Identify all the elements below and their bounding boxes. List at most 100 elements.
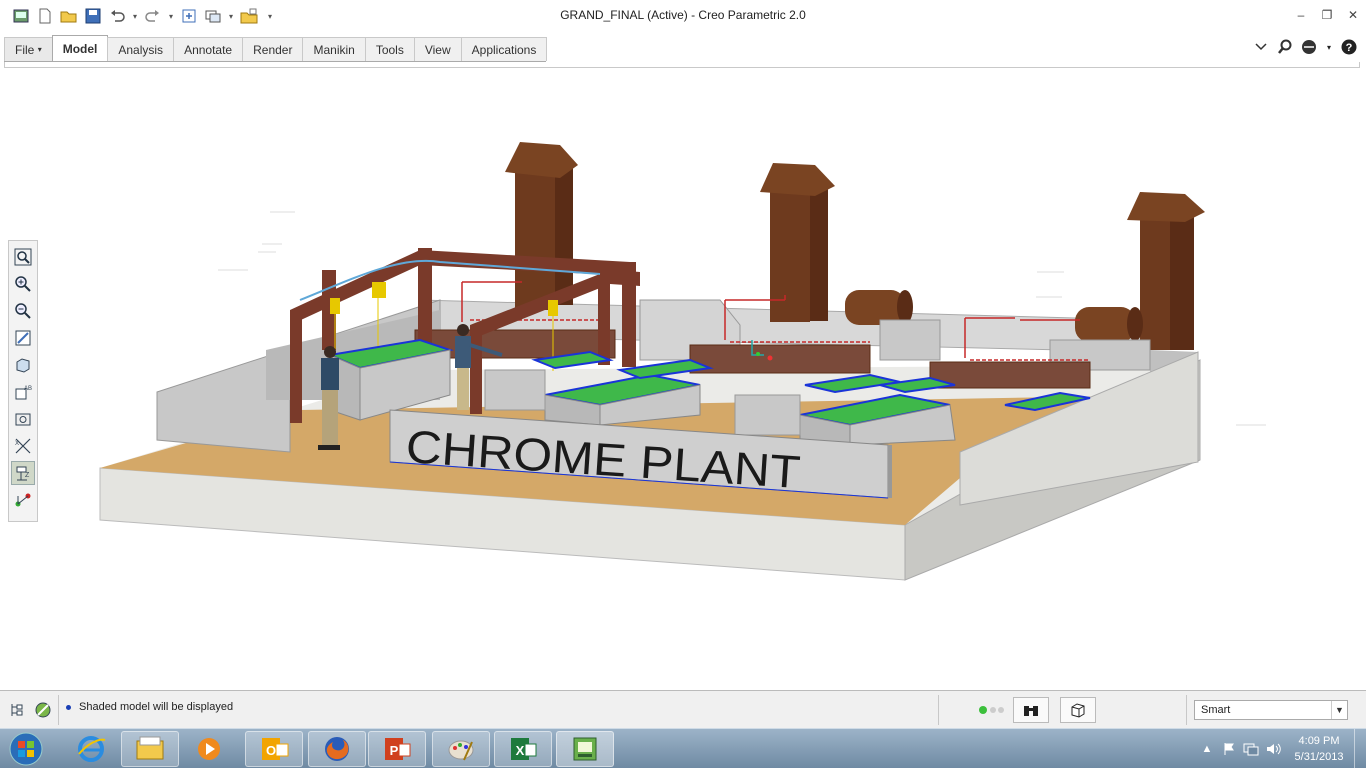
svg-text:Z: Z xyxy=(25,472,30,479)
message-area: Shaded model will be displayed xyxy=(66,701,233,713)
spin-center-icon[interactable] xyxy=(11,488,35,512)
windows-dropdown-icon[interactable]: ▾ xyxy=(226,12,236,21)
outlook-icon[interactable]: O xyxy=(245,731,303,767)
community-dropdown-icon[interactable]: ▾ xyxy=(1324,38,1334,56)
chevron-down-icon: ▼ xyxy=(1331,701,1347,719)
tab-manikin[interactable]: Manikin xyxy=(302,37,366,61)
undo-dropdown-icon[interactable]: ▾ xyxy=(130,12,140,21)
action-center-flag-icon[interactable] xyxy=(1218,738,1240,760)
selection-filter-select[interactable]: Smart ▼ xyxy=(1194,700,1348,720)
chimney-stack-2 xyxy=(760,163,835,322)
clock-time: 4:09 PM xyxy=(1298,735,1340,747)
plating-tank-group-3 xyxy=(799,373,956,446)
roller-2 xyxy=(689,344,871,374)
ribbon-tabs: File ▾ Model Analysis Annotate Render Ma… xyxy=(4,35,548,62)
start-button[interactable] xyxy=(4,730,48,768)
zoom-out-icon[interactable] xyxy=(11,299,35,323)
community-icon[interactable] xyxy=(1300,38,1318,56)
show-hidden-icons-icon[interactable]: ▲ xyxy=(1196,738,1218,760)
zoom-in-icon[interactable] xyxy=(11,272,35,296)
open-file-icon[interactable] xyxy=(58,5,80,27)
creo-icon[interactable] xyxy=(556,731,614,767)
svg-text:P: P xyxy=(390,743,399,758)
ribbon-collapsed-panel xyxy=(4,62,1360,68)
excel-icon[interactable]: X xyxy=(494,731,552,767)
svg-text:O: O xyxy=(266,743,276,758)
svg-text:X: X xyxy=(516,743,525,758)
search-icon[interactable] xyxy=(1276,38,1294,56)
status-bar: Shaded model will be displayed Smart ▼ xyxy=(0,690,1366,728)
clock-date: 5/31/2013 xyxy=(1294,751,1344,763)
cube-icon xyxy=(1071,703,1085,718)
windows-logo-icon xyxy=(9,732,43,766)
redo-icon[interactable] xyxy=(142,5,164,27)
status-separator xyxy=(938,695,939,725)
network-icon[interactable] xyxy=(1240,738,1262,760)
media-player-icon[interactable] xyxy=(180,731,238,767)
view-toolbar: AB X Z xyxy=(8,240,38,522)
repaint-icon[interactable] xyxy=(11,326,35,350)
taskbar-clock[interactable]: 4:09 PM 5/31/2013 xyxy=(1284,733,1354,765)
display-style-icon[interactable] xyxy=(11,353,35,377)
regenerate-model-icon[interactable] xyxy=(178,5,200,27)
svg-text:X: X xyxy=(15,441,19,447)
help-icon[interactable]: ? xyxy=(1340,38,1358,56)
tab-view[interactable]: View xyxy=(413,37,462,61)
tab-file[interactable]: File ▾ xyxy=(4,37,53,61)
refit-icon[interactable] xyxy=(11,245,35,269)
title-bar: ▾ ▾ ▾ ▾ GRAND_FINAL (Active) - Creo Para… xyxy=(0,0,1366,32)
regenerate-icon[interactable] xyxy=(10,5,32,27)
grey-tank-b xyxy=(734,394,801,436)
model-render: CHROME PLANT xyxy=(99,142,1266,581)
status-message: Shaded model will be displayed xyxy=(79,701,234,713)
system-tray: ▲ 4:09 PM 5/31/2013 xyxy=(1196,729,1366,768)
selection-filter-button[interactable] xyxy=(1060,697,1096,723)
minimize-icon[interactable]: – xyxy=(1288,4,1314,26)
annotation-display-icon[interactable]: Z xyxy=(11,461,35,485)
grey-tank-a xyxy=(484,369,546,411)
regeneration-status-icon[interactable] xyxy=(978,699,1008,721)
internet-explorer-icon[interactable] xyxy=(62,731,120,767)
status-separator xyxy=(58,695,59,725)
chimney-stack-1 xyxy=(505,142,578,310)
svg-text:AB: AB xyxy=(24,386,32,392)
undo-icon[interactable] xyxy=(106,5,128,27)
chevron-down-icon: ▾ xyxy=(37,45,42,54)
status-separator xyxy=(1186,695,1187,725)
tab-render[interactable]: Render xyxy=(242,37,304,61)
restore-icon[interactable]: ❐ xyxy=(1314,4,1340,26)
windows-icon[interactable] xyxy=(202,5,224,27)
browser-toggle-icon[interactable] xyxy=(32,699,54,721)
model-tree-toggle-icon[interactable] xyxy=(6,699,28,721)
graphics-viewport[interactable]: CHROME PLANT xyxy=(40,70,1366,690)
volume-icon[interactable] xyxy=(1262,738,1284,760)
find-button[interactable] xyxy=(1013,697,1049,723)
datum-display-icon[interactable]: X xyxy=(11,434,35,458)
tab-annotate[interactable]: Annotate xyxy=(173,37,244,61)
powerpoint-icon[interactable]: P xyxy=(368,731,426,767)
minimize-ribbon-icon[interactable] xyxy=(1252,38,1270,56)
file-explorer-icon[interactable] xyxy=(121,731,179,767)
view-manager-icon[interactable] xyxy=(11,407,35,431)
tab-file-label: File xyxy=(15,42,35,57)
tab-model[interactable]: Model xyxy=(51,35,109,61)
saved-orientations-icon[interactable]: AB xyxy=(11,380,35,404)
tab-analysis[interactable]: Analysis xyxy=(107,37,175,61)
redo-dropdown-icon[interactable]: ▾ xyxy=(166,12,176,21)
show-desktop-button[interactable] xyxy=(1354,729,1366,768)
new-file-icon[interactable] xyxy=(34,5,56,27)
tab-applications[interactable]: Applications xyxy=(460,37,548,61)
selection-filter-value: Smart xyxy=(1201,704,1231,716)
save-icon[interactable] xyxy=(82,5,104,27)
close-icon[interactable]: ✕ xyxy=(1340,4,1366,26)
paint-icon[interactable] xyxy=(432,731,490,767)
customize-qa-icon[interactable]: ▾ xyxy=(262,12,278,21)
firefox-icon[interactable] xyxy=(308,731,366,767)
windows-taskbar: O P X ▲ 4:09 PM 5/31/2013 xyxy=(0,728,1366,768)
close-window-icon[interactable] xyxy=(238,5,260,27)
ribbon-right-controls: ▾ ? xyxy=(1252,38,1358,56)
quick-access-toolbar: ▾ ▾ ▾ ▾ xyxy=(0,5,278,27)
tab-tools[interactable]: Tools xyxy=(364,37,415,61)
ribbon: File ▾ Model Analysis Annotate Render Ma… xyxy=(0,34,1366,68)
window-controls: – ❐ ✕ xyxy=(1288,4,1366,26)
